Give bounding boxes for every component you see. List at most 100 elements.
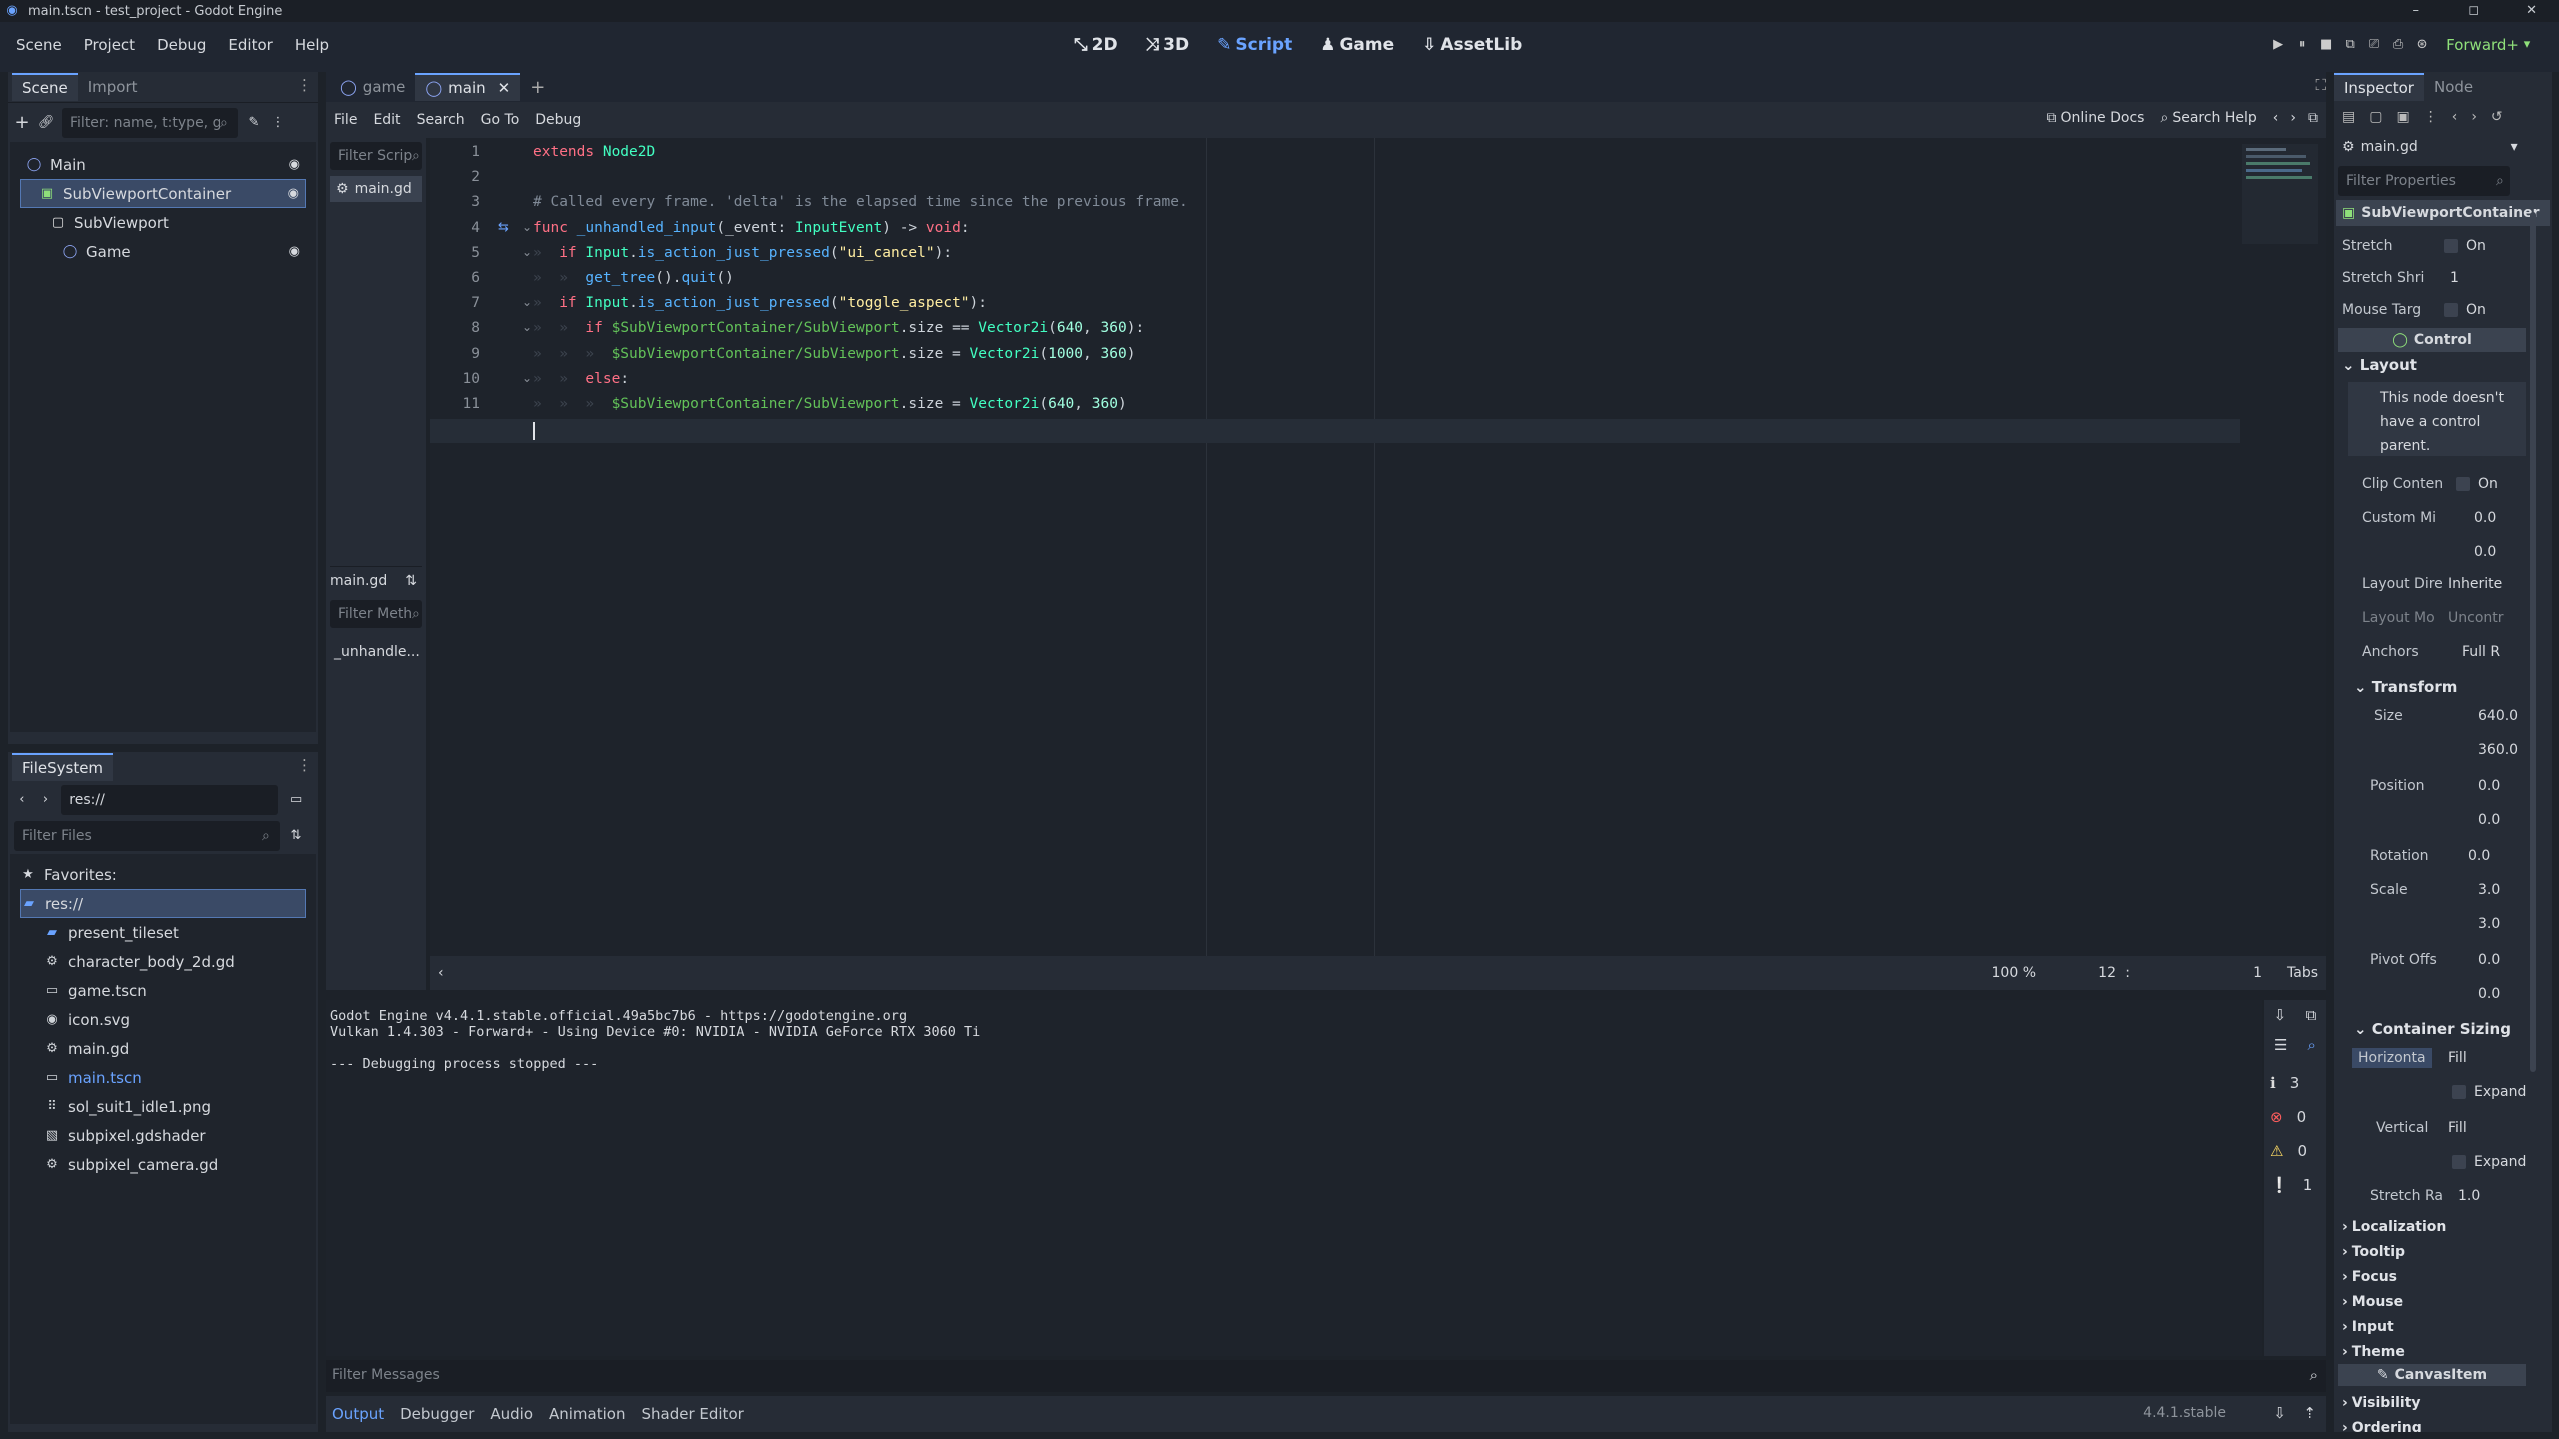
indent-mode[interactable]: Tabs	[2287, 965, 2318, 981]
file-item[interactable]: ▧ subpixel.gdshader	[20, 1121, 306, 1150]
filter-info-toggle[interactable]: ℹ3	[2264, 1066, 2326, 1100]
add-node-icon[interactable]: +	[14, 113, 30, 131]
fold-arrow-icon[interactable]: ⌄	[522, 245, 532, 259]
canvas-item-section-header[interactable]: ✎ CanvasItem	[2338, 1364, 2526, 1386]
toggle-scripts-icon[interactable]: ‹	[438, 965, 444, 981]
layout-section[interactable]: ⌄ Layout	[2342, 356, 2417, 374]
tab-filesystem[interactable]: FileSystem	[12, 753, 114, 781]
file-item[interactable]: ⠿ sol_suit1_idle1.png	[20, 1092, 306, 1121]
control-section-header[interactable]: ◯ Control	[2338, 328, 2526, 352]
menu-editor[interactable]: Editor	[228, 36, 272, 54]
file-item[interactable]: ◉ icon.svg	[20, 1005, 306, 1034]
favorites-item[interactable]: ★ Favorites:	[20, 860, 306, 889]
script-menu-file[interactable]: File	[334, 112, 357, 128]
fold-arrow-icon[interactable]: ⌄	[522, 320, 532, 334]
section-mouse[interactable]: › Mouse	[2342, 1289, 2446, 1314]
online-docs-button[interactable]: Online Docs	[2061, 110, 2145, 126]
tab-inspector[interactable]: Inspector	[2334, 73, 2424, 101]
movie-maker-icon[interactable]: ⊛	[2414, 37, 2430, 53]
filter-methods-input[interactable]: Filter Meth ⌕	[330, 600, 422, 628]
pivot-y[interactable]: 0.0	[2478, 986, 2500, 1002]
workspace-2d[interactable]: ⤡ 2D	[1074, 35, 1118, 55]
filter-files-input[interactable]: Filter Files ⌕	[14, 821, 280, 851]
back-icon[interactable]: ‹	[14, 792, 30, 808]
collapse-icon[interactable]: ☰	[2274, 1036, 2287, 1054]
layout-mode-select[interactable]: Uncontr	[2448, 610, 2504, 626]
pivot-x[interactable]: 0.0	[2478, 952, 2500, 968]
pin-icon[interactable]: ⇩	[2273, 1404, 2286, 1422]
copy-icon[interactable]: ⧉	[2306, 1006, 2317, 1024]
connected-signal-icon[interactable]: ⇆	[498, 220, 509, 235]
back-icon[interactable]: ‹	[2452, 109, 2458, 125]
workspace-assetlib[interactable]: ⇩ AssetLib	[1422, 35, 1522, 55]
vertical-select[interactable]: Fill	[2448, 1120, 2467, 1136]
menu-project[interactable]: Project	[84, 36, 135, 54]
workspace-3d[interactable]: ⤨ 3D	[1146, 35, 1190, 55]
section-focus[interactable]: › Focus	[2342, 1264, 2446, 1289]
position-y[interactable]: 0.0	[2478, 812, 2500, 828]
section-theme[interactable]: › Theme	[2342, 1339, 2446, 1364]
section-tooltip[interactable]: › Tooltip	[2342, 1239, 2446, 1264]
filter-messages-input[interactable]: Filter Messages ⌕	[326, 1360, 2326, 1392]
history-icon[interactable]: ↺	[2491, 109, 2503, 125]
size-x[interactable]: 640.0	[2478, 708, 2518, 724]
file-item[interactable]: ⚙ subpixel_camera.gd	[20, 1150, 306, 1179]
size-y[interactable]: 360.0	[2478, 742, 2518, 758]
tab-node[interactable]: Node	[2424, 74, 2483, 100]
maximize-button[interactable]: ◻	[2468, 3, 2479, 18]
stop-icon[interactable]: ■	[2318, 37, 2334, 53]
play-scene-icon[interactable]: ⎚	[2366, 37, 2382, 53]
expand-panel-icon[interactable]: ⇡	[2303, 1404, 2316, 1422]
more-icon[interactable]: ⋮	[2424, 109, 2438, 125]
play-icon[interactable]: ▶	[2270, 37, 2286, 53]
split-mode-icon[interactable]: ▭	[288, 792, 304, 808]
section-visibility[interactable]: › Visibility	[2342, 1390, 2422, 1415]
custom-min-y[interactable]: 0.0	[2474, 544, 2496, 560]
mouse-target-checkbox[interactable]: On	[2444, 302, 2486, 318]
filter-scripts-input[interactable]: Filter Scrip ⌕	[330, 142, 422, 170]
scene-node[interactable]: ▣ SubViewportContainer ◉	[20, 179, 306, 208]
inspector-scrollbar[interactable]	[2530, 212, 2536, 1072]
close-icon[interactable]: ✕	[498, 79, 511, 97]
section-localization[interactable]: › Localization	[2342, 1214, 2446, 1239]
section-ordering[interactable]: › Ordering	[2342, 1415, 2422, 1433]
section-input[interactable]: › Input	[2342, 1314, 2446, 1339]
rotation-slider[interactable]: 0.0	[2468, 848, 2490, 864]
bottom-tab-audio[interactable]: Audio	[490, 1405, 533, 1423]
scene-node[interactable]: ◯ Main ◉	[20, 150, 306, 179]
transform-section[interactable]: ⌄ Transform	[2354, 678, 2457, 696]
more-icon[interactable]: ⋮	[270, 115, 286, 131]
filter-debug-toggle[interactable]: ❕ 1	[2264, 1168, 2326, 1202]
scene-node[interactable]: ▢ SubViewport	[20, 208, 306, 237]
forward-icon[interactable]: ›	[2471, 109, 2477, 125]
chevron-down-icon[interactable]: ▾	[2511, 139, 2518, 155]
scale-x[interactable]: 3.0	[2478, 882, 2500, 898]
container-sizing-section[interactable]: ⌄ Container Sizing	[2354, 1020, 2511, 1038]
link-icon[interactable]: 🔗︎	[38, 115, 55, 131]
workspace-script[interactable]: ✎ Script	[1217, 35, 1292, 55]
search-icon[interactable]: ⌕	[2308, 1036, 2316, 1054]
vertical-expand[interactable]: Expand	[2452, 1154, 2526, 1170]
minimap[interactable]	[2242, 144, 2318, 244]
script-menu-edit[interactable]: Edit	[373, 112, 400, 128]
save-icon[interactable]: ▣	[2396, 109, 2409, 125]
dock-menu-icon[interactable]: ⋮	[297, 76, 312, 94]
visibility-icon[interactable]: ◉	[289, 244, 300, 259]
bottom-tab-shader-editor[interactable]: Shader Editor	[641, 1405, 743, 1423]
tab-game[interactable]: ◯ game	[330, 74, 415, 100]
stretch-ratio-slider[interactable]: 1.0	[2458, 1188, 2480, 1204]
pause-icon[interactable]: ⏸	[2294, 37, 2310, 53]
code-editor[interactable]: 1234⌄⇆5⌄67⌄8⌄910⌄1112 extends Node2D# Ca…	[430, 138, 2326, 956]
script-menu-debug[interactable]: Debug	[535, 112, 581, 128]
new-resource-icon[interactable]: ▤	[2342, 109, 2355, 125]
position-x[interactable]: 0.0	[2478, 778, 2500, 794]
filter-warnings-toggle[interactable]: ⚠ 0	[2264, 1134, 2326, 1168]
add-tab-icon[interactable]: +	[530, 77, 545, 98]
visibility-icon[interactable]: ◉	[288, 186, 299, 201]
scene-filter-input[interactable]: Filter: name, t:type, g: ⌕	[62, 107, 238, 138]
file-item[interactable]: ▭ main.tscn	[20, 1063, 306, 1092]
dock-menu-icon[interactable]: ⋮	[297, 756, 312, 774]
sort-icon[interactable]: ⇅	[288, 828, 304, 844]
tab-import[interactable]: Import	[78, 74, 148, 100]
fold-arrow-icon[interactable]: ⌄	[522, 371, 532, 385]
